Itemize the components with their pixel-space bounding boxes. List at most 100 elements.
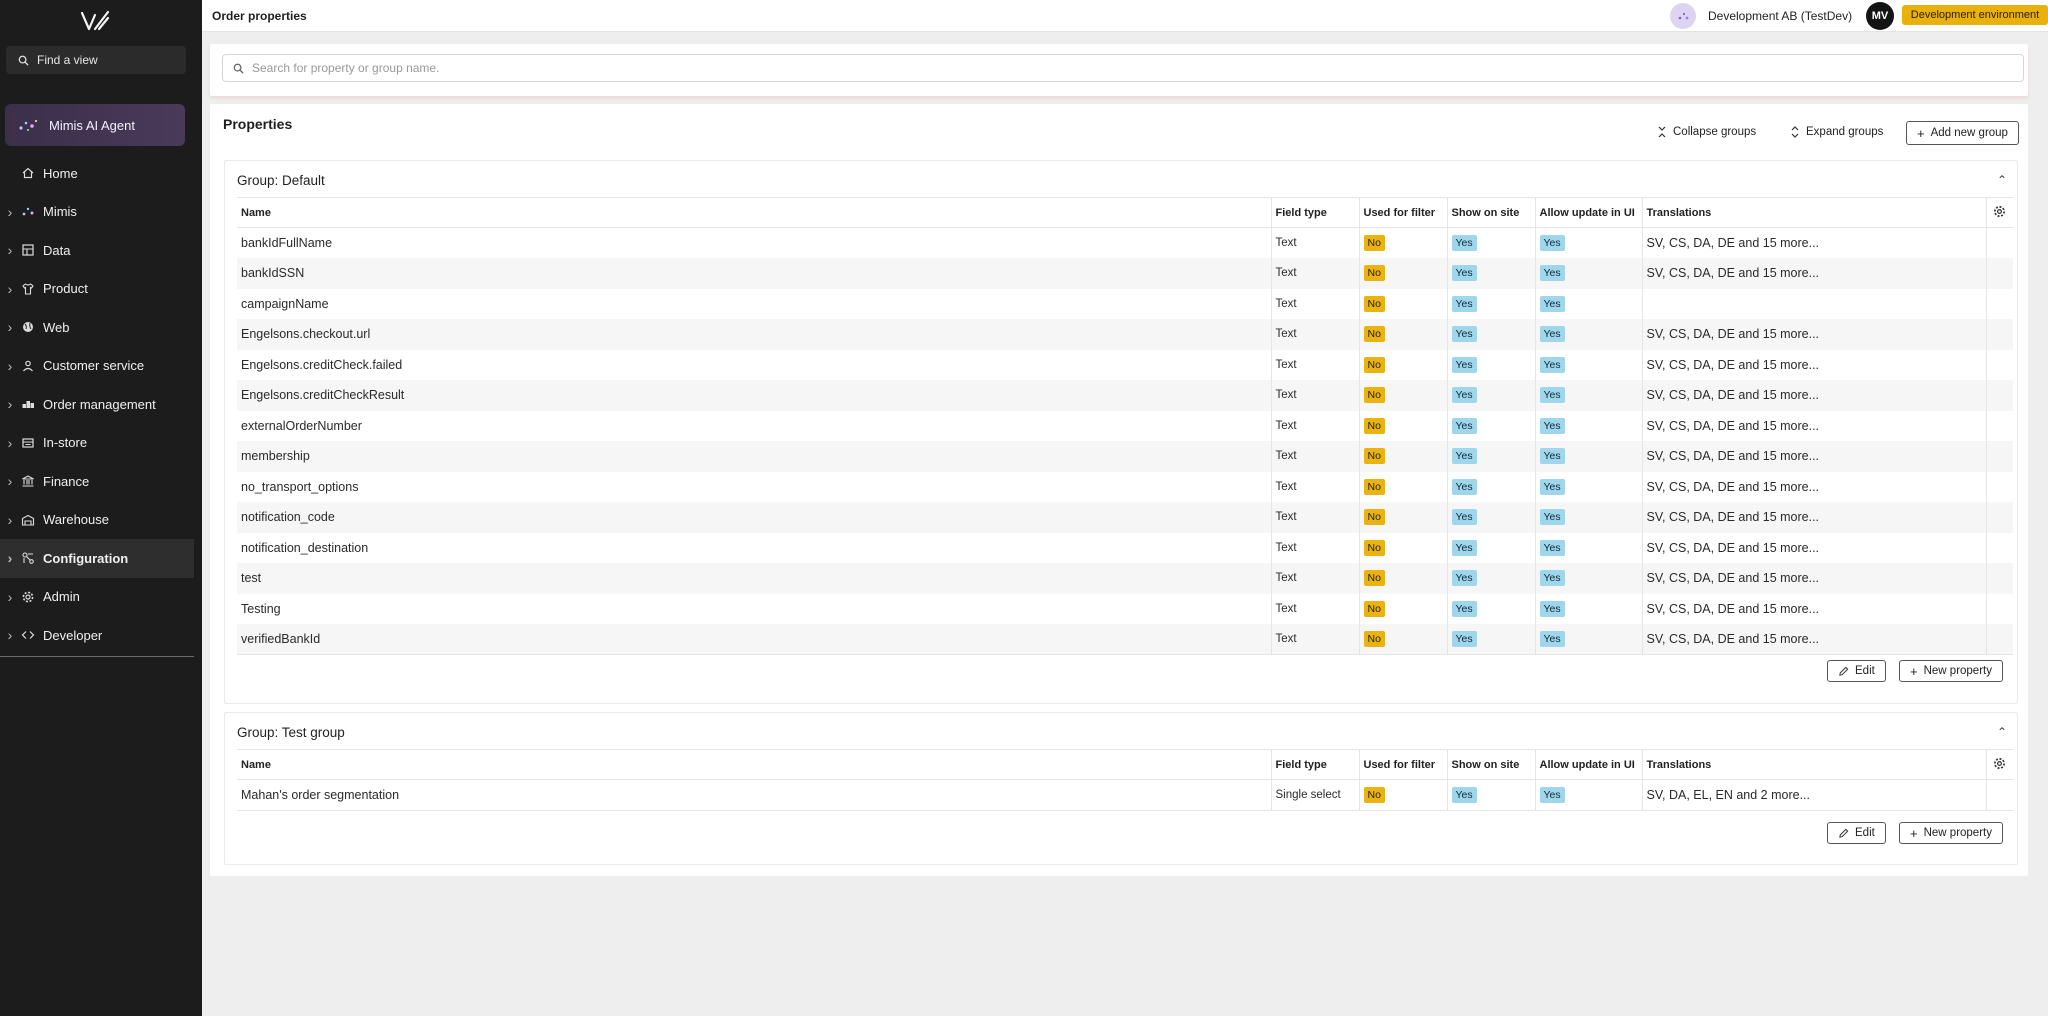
avatar[interactable]: MV bbox=[1866, 2, 1894, 30]
sidebar-item-order-management[interactable]: › Order management bbox=[0, 385, 194, 424]
row-spacer-cell bbox=[1986, 563, 2013, 594]
sidebar-item-label: Warehouse bbox=[43, 512, 109, 528]
table-row[interactable]: Engelsons.creditCheck.failed Text No Yes Yes… bbox=[237, 349, 2013, 380]
chevron-right-icon[interactable]: › bbox=[6, 627, 14, 643]
chevron-right-icon[interactable]: › bbox=[6, 512, 14, 528]
sidebar-item-data[interactable]: › Data bbox=[0, 231, 194, 270]
allow-update-cell: Yes bbox=[1535, 349, 1643, 380]
find-view-button[interactable]: Find a view bbox=[6, 46, 186, 74]
translations-cell: SV, CS, DA, DE and 15 more... bbox=[1642, 563, 1987, 594]
chevron-up-icon[interactable]: ⌃ bbox=[1997, 173, 2007, 187]
table-row[interactable]: Engelsons.checkout.url Text No Yes Yes SV, CS… bbox=[237, 319, 2013, 350]
column-header[interactable]: Allow update in UI bbox=[1535, 197, 1643, 228]
table-row[interactable]: Engelsons.creditCheckResult Text No Yes Yes S… bbox=[237, 380, 2013, 411]
chevron-right-icon[interactable]: › bbox=[6, 204, 14, 220]
org-sparkle-icon[interactable] bbox=[1670, 3, 1696, 29]
field-type-cell: Text bbox=[1271, 319, 1360, 350]
used-for-filter-badge: No bbox=[1363, 356, 1385, 373]
table-row[interactable]: bankIdSSN Text No Yes Yes SV, CS, DA, DE and … bbox=[237, 258, 2013, 289]
table-row[interactable]: verifiedBankId Text No Yes Yes SV, CS, DA, DE… bbox=[237, 624, 2013, 655]
sidebar-item-customer-service[interactable]: › Customer service bbox=[0, 347, 194, 386]
sidebar-item-mimis[interactable]: › Mimis bbox=[0, 193, 194, 232]
config-icon bbox=[20, 550, 36, 566]
table-row[interactable]: externalOrderNumber Text No Yes Yes SV, CS, D… bbox=[237, 410, 2013, 441]
sidebar-item-home[interactable]: Home bbox=[0, 154, 194, 193]
ai-agent-button[interactable]: Mimis AI Agent bbox=[5, 104, 185, 146]
add-new-group-label: Add new group bbox=[1930, 127, 2008, 139]
chevron-right-icon[interactable]: › bbox=[6, 319, 14, 335]
show-on-site-badge: Yes bbox=[1451, 417, 1477, 434]
chevron-right-icon[interactable]: › bbox=[6, 242, 14, 258]
column-header[interactable]: Show on site bbox=[1447, 197, 1536, 228]
edit-button[interactable]: Edit bbox=[1827, 822, 1886, 844]
property-name-cell: membership bbox=[237, 441, 1272, 472]
chevron-right-icon[interactable]: › bbox=[6, 358, 14, 374]
column-header[interactable]: Used for filter bbox=[1359, 749, 1448, 780]
used-for-filter-cell: No bbox=[1359, 563, 1448, 594]
table-row[interactable]: membership Text No Yes Yes SV, CS, DA, DE and… bbox=[237, 441, 2013, 472]
column-settings-gear-icon[interactable] bbox=[1986, 197, 2013, 228]
used-for-filter-cell: No bbox=[1359, 288, 1448, 319]
translations-cell: SV, CS, DA, DE and 15 more... bbox=[1642, 532, 1987, 563]
chevron-right-icon[interactable]: › bbox=[6, 473, 14, 489]
logo-icon[interactable] bbox=[80, 10, 110, 32]
column-header[interactable]: Allow update in UI bbox=[1535, 749, 1643, 780]
table-row[interactable]: Mahan's order segmentation Single select N… bbox=[237, 779, 2013, 811]
sidebar-item-finance[interactable]: › Finance bbox=[0, 462, 194, 501]
table-row[interactable]: no_transport_options Text No Yes Yes SV, CS, … bbox=[237, 471, 2013, 502]
show-on-site-cell: Yes bbox=[1447, 593, 1536, 624]
add-new-group-button[interactable]: + Add new group bbox=[1906, 121, 2019, 145]
plus-icon: + bbox=[1910, 663, 1918, 679]
expand-groups-button[interactable]: Expand groups bbox=[1790, 120, 1883, 144]
property-search-input[interactable] bbox=[252, 61, 1952, 75]
allow-update-cell: Yes bbox=[1535, 593, 1643, 624]
sidebar-item-warehouse[interactable]: › Warehouse bbox=[0, 501, 194, 540]
group-default: Group: Default ⌃ Name Field type Used for … bbox=[224, 160, 2018, 704]
group-title: Group: Test group bbox=[237, 725, 345, 740]
show-on-site-badge: Yes bbox=[1451, 235, 1477, 251]
chevron-right-icon[interactable]: › bbox=[6, 396, 14, 412]
table-header-row: Name Field type Used for filter Show on sit… bbox=[237, 749, 2013, 780]
chevron-up-icon[interactable]: ⌃ bbox=[1997, 725, 2007, 739]
sidebar-item-developer[interactable]: › Developer bbox=[0, 616, 194, 655]
column-header[interactable]: Name bbox=[237, 749, 1272, 780]
table-row[interactable]: test Text No Yes Yes SV, CS, DA, DE and 15 mo… bbox=[237, 563, 2013, 594]
table-row[interactable]: notification_destination Text No Yes Yes SV, … bbox=[237, 532, 2013, 563]
search-card bbox=[210, 44, 2028, 96]
property-name-cell: Engelsons.checkout.url bbox=[237, 319, 1272, 350]
column-header[interactable]: Field type bbox=[1271, 749, 1360, 780]
chevron-right-icon[interactable]: › bbox=[6, 435, 14, 451]
column-header[interactable]: Used for filter bbox=[1359, 197, 1448, 228]
collapse-groups-button[interactable]: Collapse groups bbox=[1657, 120, 1756, 144]
used-for-filter-badge: No bbox=[1363, 326, 1385, 343]
table-row[interactable]: bankIdFullName Text No Yes Yes SV, CS, DA, DE… bbox=[237, 227, 2013, 258]
new-property-button[interactable]: + New property bbox=[1899, 660, 2003, 682]
sidebar-item-web[interactable]: › Web bbox=[0, 308, 194, 347]
new-property-button[interactable]: + New property bbox=[1899, 822, 2003, 844]
chevron-right-icon[interactable]: › bbox=[6, 550, 14, 566]
table-row[interactable]: notification_code Text No Yes Yes SV, CS, DA,… bbox=[237, 502, 2013, 533]
sidebar-item-in-store[interactable]: › In-store bbox=[0, 424, 194, 463]
org-name[interactable]: Development AB (TestDev) bbox=[1708, 9, 1852, 23]
edit-button[interactable]: Edit bbox=[1827, 660, 1886, 682]
column-header[interactable]: Show on site bbox=[1447, 749, 1536, 780]
sidebar-item-product[interactable]: › Product bbox=[0, 270, 194, 309]
column-header[interactable]: Field type bbox=[1271, 197, 1360, 228]
column-header[interactable]: Translations bbox=[1642, 197, 1987, 228]
field-type-cell: Text bbox=[1271, 624, 1360, 655]
column-settings-gear-icon[interactable] bbox=[1986, 749, 2013, 780]
sidebar-item-label: Web bbox=[43, 319, 70, 335]
sidebar-item-configuration[interactable]: › Configuration bbox=[0, 539, 194, 578]
translations-cell bbox=[1642, 288, 1987, 319]
column-header[interactable]: Name bbox=[237, 197, 1272, 228]
search-box[interactable] bbox=[222, 54, 2024, 82]
chevron-right-icon[interactable]: › bbox=[6, 589, 14, 605]
allow-update-cell: Yes bbox=[1535, 380, 1643, 411]
table-row[interactable]: Testing Text No Yes Yes SV, CS, DA, DE and 15… bbox=[237, 593, 2013, 624]
sidebar-item-admin[interactable]: › Admin bbox=[0, 578, 194, 617]
table-row[interactable]: campaignName Text No Yes Yes bbox=[237, 288, 2013, 319]
globe-icon bbox=[20, 319, 36, 335]
chevron-right-icon[interactable]: › bbox=[6, 281, 14, 297]
translations-cell: SV, CS, DA, DE and 15 more... bbox=[1642, 410, 1987, 441]
column-header[interactable]: Translations bbox=[1642, 749, 1987, 780]
